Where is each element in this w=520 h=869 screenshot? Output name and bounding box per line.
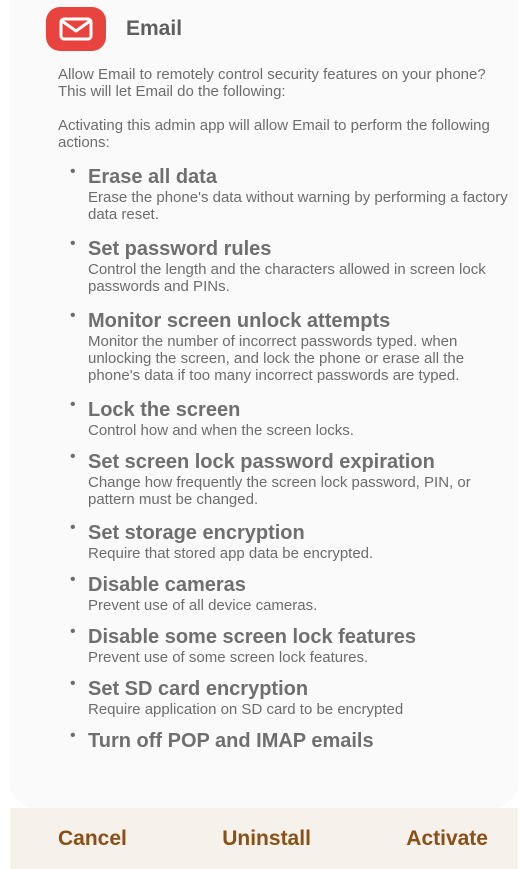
permission-title: Set password rules [88, 238, 272, 260]
bullet-icon: • [70, 307, 76, 324]
permission-description: Require that stored app data be encrypte… [88, 545, 374, 562]
bullet-icon: • [70, 727, 76, 744]
bullet-icon: • [70, 571, 76, 588]
permission-list: • Erase all data Erase the phone's data wi… [58, 163, 508, 753]
permission-item: • Monitor screen unlock attempts Monitor t… [58, 307, 508, 384]
bullet-icon: • [70, 623, 76, 640]
intro-text: Allow Email to remotely control security… [58, 66, 486, 100]
permission-item: • Set storage encryption Require that stor… [58, 519, 508, 562]
permission-title: Erase all data [88, 166, 217, 188]
activate-button[interactable]: Activate [406, 827, 488, 851]
permission-title: Set SD card encryption [88, 678, 309, 700]
permission-title: Disable cameras [88, 574, 246, 596]
permission-description: Change how frequently the screen lock pa… [88, 474, 471, 508]
bullet-icon: • [70, 675, 76, 692]
uninstall-button[interactable]: Uninstall [222, 827, 311, 851]
permission-description: Prevent use of all device cameras. [88, 597, 318, 614]
bullet-icon: • [70, 396, 76, 413]
permission-description: Require application on SD card to be enc… [88, 701, 404, 718]
permission-item: • Turn off POP and IMAP emails [58, 727, 508, 753]
bullet-icon: • [70, 448, 76, 465]
permission-item: • Set SD card encryption Require applicati… [58, 675, 508, 718]
action-bar: Cancel Uninstall Activate [10, 808, 518, 869]
permission-content[interactable]: Allow Email to remotely control security… [58, 66, 508, 753]
permission-item: • Set password rules Control the length an… [58, 235, 508, 295]
permission-item: • Erase all data Erase the phone's data wi… [58, 163, 508, 223]
permission-title: Turn off POP and IMAP emails [88, 730, 374, 752]
permission-description: Monitor the number of incorrect password… [88, 333, 465, 384]
app-name: Email [126, 17, 183, 40]
permission-description: Control the length and the characters al… [88, 261, 486, 295]
permission-description: Prevent use of some screen lock features… [88, 649, 369, 666]
permission-title: Disable some screen lock features [88, 626, 416, 648]
bullet-icon: • [70, 519, 76, 536]
lead-text: Activating this admin app will allow Ema… [58, 117, 490, 151]
permission-description: Erase the phone's data without warning b… [88, 189, 508, 223]
bullet-icon: • [70, 235, 76, 252]
permission-item: • Disable some screen lock features Preven… [58, 623, 508, 666]
permission-title: Set screen lock password expiration [88, 451, 435, 473]
permission-title: Set storage encryption [88, 522, 305, 544]
permission-item: • Lock the screen Control how and when the… [58, 396, 508, 439]
bullet-icon: • [70, 163, 76, 180]
permission-title: Lock the screen [88, 399, 241, 421]
envelope-icon [46, 7, 106, 51]
cancel-button[interactable]: Cancel [58, 827, 127, 851]
app-header: Email [46, 5, 182, 53]
permission-title: Monitor screen unlock attempts [88, 310, 391, 332]
permission-item: • Disable cameras Prevent use of all devic… [58, 571, 508, 614]
admin-permission-card: Email Allow Email to remotely control se… [10, 0, 518, 808]
device-admin-screen: Email Allow Email to remotely control se… [0, 0, 520, 869]
permission-description: Control how and when the screen locks. [88, 422, 354, 439]
permission-item: • Set screen lock password expiration Chan… [58, 448, 508, 508]
